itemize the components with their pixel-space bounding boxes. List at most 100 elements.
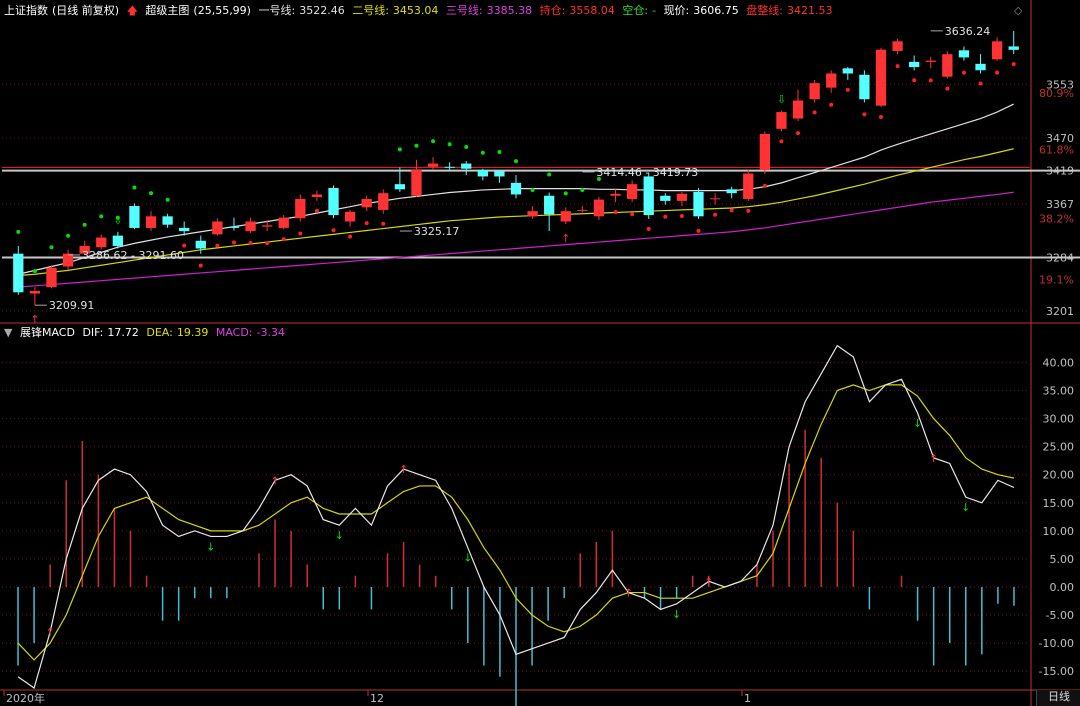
- signal-dot: [796, 131, 801, 136]
- candle-body: [195, 240, 206, 249]
- candle-body: [444, 166, 455, 168]
- signal-dot: [447, 142, 452, 147]
- collapse-icon[interactable]: ◇: [1014, 4, 1022, 18]
- dif-value: 17.72: [107, 326, 139, 339]
- price-annotation: 3209.91: [49, 299, 95, 312]
- candle-body: [112, 235, 123, 246]
- line1-value: 3522.46: [299, 4, 345, 17]
- pct-tick-label: 38.2%: [1039, 212, 1074, 225]
- price-value: 3606.75: [693, 4, 739, 17]
- signal-dot: [198, 263, 203, 268]
- x-tick-label: 12: [370, 692, 384, 705]
- candle-body: [577, 209, 588, 211]
- candle-body: [925, 60, 936, 62]
- macd-tick-label: 40.00: [1043, 356, 1075, 369]
- candle-body: [245, 221, 256, 232]
- indicator-params: (25,55,99): [193, 4, 251, 17]
- macd-settings-icon[interactable]: ▼: [4, 326, 12, 339]
- empty-value: -: [652, 4, 657, 17]
- macd-tick-label: 15.00: [1043, 497, 1075, 510]
- signal-dot: [99, 214, 104, 219]
- macd-buy-arrow-icon: ↑: [270, 474, 279, 487]
- price-annotation: 3325.17: [414, 225, 460, 238]
- signal-dot: [978, 81, 983, 86]
- candle-body: [62, 253, 74, 267]
- signal-dot: [878, 114, 883, 119]
- signal-dot: [646, 226, 651, 231]
- macd-buy-arrow-icon: ↑: [704, 575, 713, 588]
- signal-dot: [729, 208, 734, 213]
- signal-dot: [397, 147, 402, 152]
- candle-body: [278, 217, 289, 228]
- buy-arrow-icon: ↑: [561, 232, 570, 245]
- macd-sell-arrow-icon: ↓: [463, 552, 472, 565]
- signal-dot: [132, 185, 137, 190]
- macd-tick-label: 20.00: [1043, 469, 1075, 482]
- macd-sell-arrow-icon: ↓: [335, 529, 344, 542]
- candle-body: [593, 199, 605, 217]
- macd-buy-arrow-icon: ↑: [46, 626, 55, 639]
- hold-label: 持仓:: [539, 4, 566, 17]
- candle-body: [162, 216, 173, 225]
- consol-label: 盘整线:: [746, 4, 783, 17]
- x-tick-label: 1: [744, 692, 751, 705]
- signal-dot: [1011, 62, 1016, 67]
- arrow-up-icon: 🡅: [126, 4, 138, 17]
- candle-body: [676, 193, 688, 201]
- macd-tick-label: -10.00: [1039, 637, 1074, 650]
- candle-body: [759, 133, 770, 170]
- sell-arrow-icon: ⇩: [777, 93, 786, 106]
- candle-body: [145, 216, 157, 228]
- period-button[interactable]: 日线: [1036, 690, 1080, 706]
- candle-body: [991, 41, 1003, 60]
- index-name: 上证指数: [4, 4, 48, 17]
- price-annotation: 3636.24: [945, 25, 991, 38]
- signal-dot: [265, 241, 270, 246]
- macd-tick-label: 25.00: [1043, 441, 1075, 454]
- candle-body: [626, 184, 638, 199]
- signal-dot: [32, 269, 37, 274]
- candle-body: [842, 68, 853, 74]
- candle-body: [693, 191, 704, 217]
- signal-dot: [16, 229, 21, 234]
- consol-value: 3421.53: [787, 4, 833, 17]
- signal-dot: [895, 64, 900, 69]
- candle-body: [660, 195, 671, 201]
- buy-arrow-icon: ↑: [30, 313, 39, 326]
- price-annotation: 3286.62 - 3291.60: [82, 249, 184, 262]
- candle-body: [29, 290, 41, 294]
- macd-tick-label: -5.00: [1046, 609, 1074, 622]
- candle-body: [494, 171, 505, 177]
- macd-tick-label: 10.00: [1043, 525, 1075, 538]
- signal-dot: [580, 188, 585, 193]
- macd-header: ▼ 展锋MACD DIF: 17.72 DEA: 19.39 MACD: -3.34: [4, 326, 289, 340]
- pct-tick-label: 61.8%: [1039, 143, 1074, 156]
- dif-label: DIF:: [82, 326, 104, 339]
- candle-body: [859, 74, 870, 100]
- dea-value: 19.39: [176, 326, 209, 339]
- macd-name: 展锋MACD: [19, 326, 75, 339]
- pct-tick-label: 80.9%: [1039, 87, 1074, 100]
- signal-dot: [845, 87, 850, 92]
- candle-body: [427, 163, 439, 167]
- candle-body: [46, 267, 57, 288]
- signal-dot: [928, 78, 933, 83]
- macd-tick-label: 35.00: [1043, 385, 1075, 398]
- signal-dot: [514, 159, 518, 164]
- sell-arrow-icon: ⇩: [113, 214, 122, 227]
- indicator-name: 超级主图: [145, 4, 190, 17]
- candle-body: [461, 163, 472, 169]
- line3-value: 3385.38: [486, 4, 533, 17]
- chart-canvas[interactable]: 32013284336734193470355380.9%61.8%38.2%1…: [0, 0, 1080, 706]
- main-chart-header: 上证指数 (日线 前复权) 🡅 超级主图 (25,55,99) 一号线: 3522.4…: [4, 4, 837, 18]
- line2-value: 3453.04: [392, 4, 439, 17]
- signal-dot: [696, 228, 701, 233]
- x-tick-label: 2020年: [6, 691, 45, 705]
- candle-body: [560, 211, 571, 222]
- candle-body: [826, 73, 837, 88]
- candle-body: [909, 61, 920, 68]
- macd-buy-arrow-icon: ↑: [399, 463, 408, 476]
- candle-body: [875, 49, 887, 106]
- candle-body: [743, 173, 754, 199]
- candle-body: [477, 170, 488, 177]
